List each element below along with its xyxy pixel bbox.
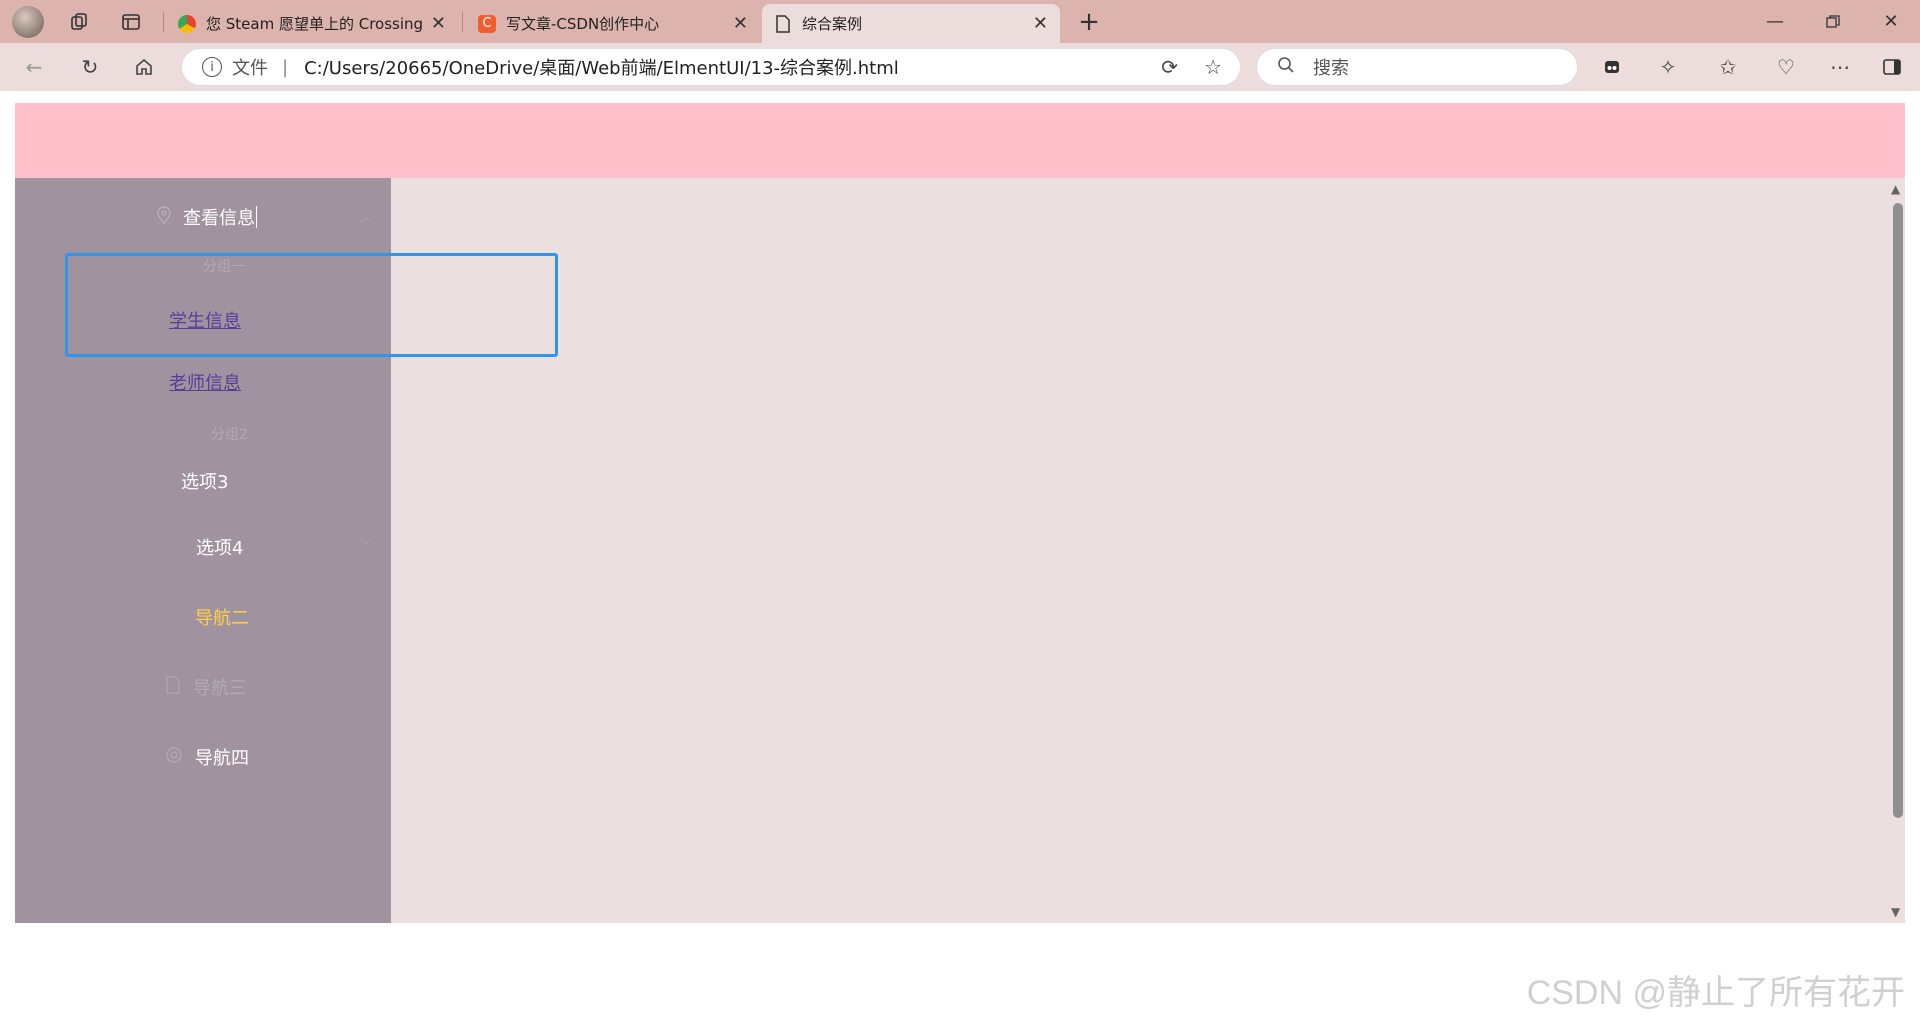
chevron-down-icon: ﹀ (360, 538, 373, 552)
minimize-button[interactable]: — (1760, 0, 1790, 43)
close-icon[interactable]: ✕ (431, 13, 446, 34)
more-menu-icon[interactable]: ⋯ (1824, 51, 1856, 83)
location-icon (157, 205, 171, 229)
setting-icon (165, 746, 183, 769)
menu-item-nav4[interactable]: 导航四 (165, 744, 249, 770)
nav-label: 导航三 (193, 678, 247, 699)
restore-button[interactable] (1818, 0, 1848, 43)
group-title: 分组2 (211, 427, 248, 443)
scrollbar-thumb[interactable] (1893, 203, 1903, 818)
page-header (15, 103, 1905, 178)
tab-title: 写文章-CSDN创作中心 (506, 15, 660, 33)
collections-icon[interactable] (64, 0, 94, 43)
menu-item-teacher-info[interactable]: 老师信息 (169, 369, 241, 395)
divider: | (282, 56, 289, 78)
csdn-icon: C (478, 14, 496, 33)
nav-label: 导航四 (195, 748, 249, 769)
read-aloud-icon[interactable]: ⟳ (1161, 55, 1178, 79)
tab-steam[interactable]: 您 Steam 愿望单上的 Crossing Gu ✕ (166, 4, 458, 43)
watermark: CSDN @静止了所有花开 (1526, 974, 1905, 1012)
close-icon[interactable]: ✕ (733, 13, 748, 34)
tab-title: 您 Steam 愿望单上的 Crossing Gu (206, 15, 423, 33)
performance-heart-icon[interactable]: ♡ (1770, 51, 1802, 83)
document-icon (165, 675, 181, 699)
chrome-icon (178, 14, 196, 33)
back-button[interactable]: ← (18, 51, 50, 83)
menu-item-option3[interactable]: 选项3 (181, 468, 228, 494)
favorites-icon[interactable]: ✩ (1712, 51, 1744, 83)
menu-grid-icon (165, 608, 183, 626)
tab-separator (163, 12, 164, 32)
close-window-button[interactable]: ✕ (1876, 0, 1906, 43)
favorite-star-icon[interactable]: ☆ (1204, 55, 1222, 79)
menu-group-view-info[interactable]: 查看信息 (157, 204, 257, 230)
menu-group-label: 查看信息 (183, 208, 255, 229)
menu-submenu-option4[interactable]: 选项4 (196, 534, 243, 560)
search-icon (1277, 56, 1295, 79)
scroll-down-icon[interactable]: ▼ (1891, 905, 1900, 919)
scheme-label: 文件 (232, 58, 268, 79)
tab-csdn[interactable]: C 写文章-CSDN创作中心 ✕ (466, 4, 760, 43)
option-label: 选项3 (181, 472, 229, 493)
browser-toolbar: ← ↻ i 文件 | C:/Users/20665/OneDrive/桌面/We… (0, 43, 1920, 91)
page-scrollbar[interactable]: ▲ ▼ (1889, 178, 1905, 923)
text-cursor (256, 206, 257, 228)
main-content (391, 178, 1889, 923)
menu-item-nav3: 导航三 (165, 674, 247, 700)
puzzle-extensions-icon[interactable]: ✧ (1652, 51, 1684, 83)
url-text[interactable]: C:/Users/20665/OneDrive/桌面/Web前端/ElmentU… (304, 54, 1161, 80)
nav-label: 导航二 (195, 608, 249, 629)
profile-avatar[interactable] (12, 6, 44, 38)
menu-group-label-2: 分组2 (211, 424, 248, 444)
tab-title: 综合案例 (802, 15, 863, 33)
new-tab-button[interactable]: + (1074, 0, 1104, 43)
scroll-up-icon[interactable]: ▲ (1891, 182, 1900, 196)
search-placeholder: 搜索 (1313, 58, 1349, 79)
home-button[interactable] (128, 51, 160, 83)
sidebar-toggle-icon[interactable] (1876, 51, 1908, 83)
search-box[interactable]: 搜索 (1256, 48, 1578, 86)
teacher-info-link[interactable]: 老师信息 (169, 369, 241, 395)
extension-icon[interactable] (1596, 51, 1628, 83)
info-icon[interactable]: i (202, 57, 222, 77)
tab-strip: 您 Steam 愿望单上的 Crossing Gu ✕ C 写文章-CSDN创作… (0, 0, 1920, 43)
refresh-button[interactable]: ↻ (74, 51, 106, 83)
tab-separator (462, 12, 463, 32)
close-icon[interactable]: ✕ (1033, 13, 1048, 34)
plus-icon: + (1078, 6, 1100, 37)
option-label: 选项4 (196, 538, 244, 559)
chevron-up-icon: ︿ (360, 210, 373, 224)
menu-item-nav2[interactable]: 导航二 (165, 604, 249, 630)
address-bar[interactable]: i 文件 | C:/Users/20665/OneDrive/桌面/Web前端/… (181, 48, 1241, 86)
focus-outline (65, 253, 558, 357)
page-viewport: 查看信息 ︿ 分组一 学生信息 老师信息 分组2 选项3 选项4 ﹀ 导航二 导… (5, 93, 1915, 1020)
document-icon (774, 14, 792, 33)
tab-actions-icon[interactable] (116, 0, 146, 43)
tab-active[interactable]: 综合案例 ✕ (762, 4, 1060, 43)
